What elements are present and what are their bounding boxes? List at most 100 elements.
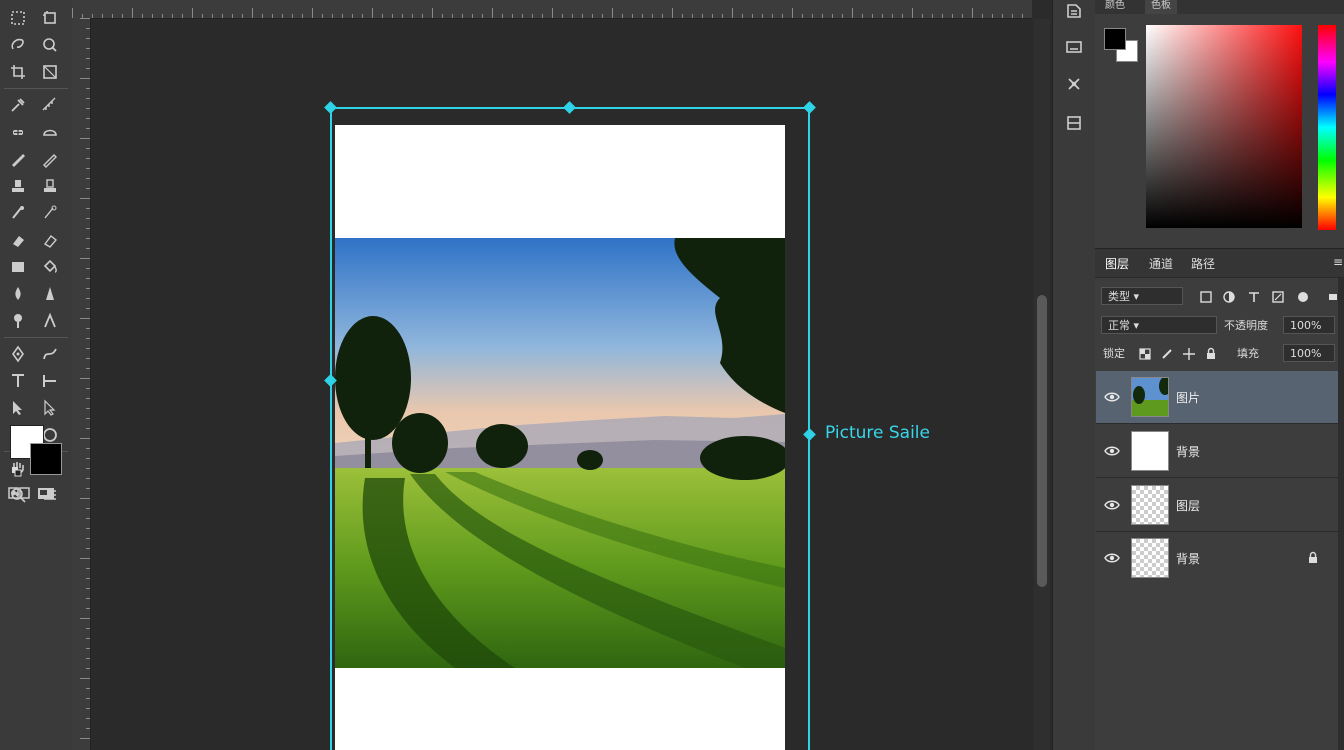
layer-row[interactable]: 背景	[1096, 425, 1338, 478]
layer-row[interactable]: 背景	[1096, 532, 1338, 585]
lasso-tool[interactable]	[4, 33, 32, 57]
landscape-photo-layer[interactable]	[335, 238, 785, 668]
visibility-eye-icon[interactable]	[1104, 389, 1120, 405]
libraries-panel-icon[interactable]	[1061, 110, 1087, 136]
history-panel-icon[interactable]	[1061, 0, 1087, 24]
lock-all-icon[interactable]	[1204, 346, 1218, 360]
ruler-tick	[86, 518, 90, 519]
dodge-icon	[14, 314, 22, 328]
pattern-stamp-tool[interactable]	[36, 174, 64, 198]
eraser-tool[interactable]	[4, 228, 32, 252]
lock-position-icon[interactable]	[1182, 346, 1196, 360]
ruler-tick	[92, 14, 93, 18]
sharpen-tool[interactable]	[36, 282, 64, 306]
layer-name[interactable]: 图层	[1176, 497, 1200, 514]
quick-mask-icon[interactable]	[8, 485, 30, 503]
filter-pixel-icon[interactable]	[1199, 289, 1213, 303]
direct-selection-tool[interactable]	[36, 396, 64, 420]
freeform-pen-tool[interactable]	[36, 342, 64, 366]
dodge-tool[interactable]	[4, 309, 32, 333]
clone-stamp-tool[interactable]	[4, 174, 32, 198]
layer-filter-kind-select[interactable]: 类型 ▾	[1101, 287, 1183, 305]
layer-row[interactable]: 图层	[1096, 479, 1338, 532]
screen-mode-icon[interactable]	[36, 485, 58, 503]
ruler-tick	[86, 458, 90, 459]
blur-icon	[15, 287, 21, 300]
bbox-left-edge[interactable]	[330, 107, 332, 750]
blur-tool[interactable]	[4, 282, 32, 306]
ruler-tick	[872, 14, 873, 18]
quick-selection-tool[interactable]	[36, 33, 64, 57]
layers-list-empty-area[interactable]	[1096, 584, 1338, 750]
ruler-tick	[362, 14, 363, 18]
canvas-scroll-thumb[interactable]	[1037, 295, 1047, 587]
adjustments-panel-icon[interactable]	[1061, 71, 1087, 97]
gradient-tool[interactable]	[4, 255, 32, 279]
artboard-tool[interactable]	[36, 6, 64, 30]
properties-panel-icon[interactable]	[1061, 34, 1087, 60]
visibility-eye-icon[interactable]	[1104, 443, 1120, 459]
ruler-tick	[732, 8, 733, 18]
fill-input[interactable]: 100%	[1283, 344, 1335, 362]
vertical-ruler[interactable]	[72, 18, 91, 750]
history-brush-tool[interactable]	[4, 201, 32, 225]
art-history-tool[interactable]	[36, 201, 64, 225]
hue-slider[interactable]	[1318, 25, 1336, 230]
filter-type-icon[interactable]	[1247, 289, 1261, 303]
filter-shape-icon[interactable]	[1271, 289, 1285, 303]
eyedropper-tool[interactable]	[4, 93, 32, 117]
ruler-tick	[86, 38, 90, 39]
frame-tool[interactable]	[36, 60, 64, 84]
color-picker-field[interactable]	[1146, 25, 1302, 228]
crop-tool[interactable]	[4, 60, 32, 84]
tools-panel	[0, 0, 73, 750]
default-colors-icon[interactable]	[12, 462, 22, 477]
panel-foreground-swatch[interactable]	[1104, 28, 1126, 50]
tab-paths[interactable]: 路径	[1185, 255, 1221, 272]
healing-brush-tool[interactable]	[4, 120, 32, 144]
tab-color[interactable]: 颜色	[1099, 0, 1131, 14]
ruler-tick	[86, 598, 90, 599]
layer-row[interactable]: 图片	[1096, 371, 1338, 424]
pen-tool[interactable]	[4, 342, 32, 366]
ruler-tick	[702, 14, 703, 18]
layer-name[interactable]: 背景	[1176, 550, 1200, 567]
bbox-label: Picture Saile	[825, 423, 930, 443]
visibility-eye-icon[interactable]	[1104, 497, 1120, 513]
horizontal-ruler[interactable]	[72, 0, 1032, 19]
ruler-tick	[242, 14, 243, 18]
layer-name[interactable]: 图片	[1176, 389, 1200, 406]
type-tool[interactable]	[4, 369, 32, 393]
tab-channels[interactable]: 通道	[1143, 255, 1179, 272]
ruler-tick	[502, 14, 503, 18]
lock-image-icon[interactable]	[1160, 346, 1174, 360]
path-selection-tool[interactable]	[4, 396, 32, 420]
pencil-tool[interactable]	[36, 147, 64, 171]
tab-layers[interactable]: 图层	[1099, 255, 1135, 272]
brush-tool[interactable]	[4, 147, 32, 171]
ruler-tick	[902, 14, 903, 18]
opacity-input[interactable]: 100%	[1283, 316, 1335, 334]
ruler-tick	[86, 218, 90, 219]
ruler-tick	[80, 258, 90, 259]
color-panel-tabs: 颜色 色板	[1095, 0, 1344, 14]
blend-mode-select[interactable]: 正常 ▾	[1101, 316, 1217, 334]
tab-swatches[interactable]: 色板	[1145, 0, 1177, 14]
ruler-tool[interactable]	[36, 93, 64, 117]
background-eraser-tool[interactable]	[36, 228, 64, 252]
patch-tool[interactable]	[36, 120, 64, 144]
vertical-type-tool[interactable]	[36, 369, 64, 393]
visibility-eye-icon[interactable]	[1104, 550, 1120, 566]
layers-panel-scrollbar[interactable]	[1338, 278, 1344, 750]
background-color-swatch[interactable]	[30, 443, 62, 475]
ruler-tick	[86, 648, 90, 649]
filter-adjustment-icon[interactable]	[1222, 289, 1236, 303]
layer-name[interactable]: 背景	[1176, 443, 1200, 460]
paint-bucket-tool[interactable]	[36, 255, 64, 279]
filter-smart-object-icon[interactable]	[1296, 289, 1310, 303]
ruler-tick	[332, 14, 333, 18]
marquee-tool[interactable]	[4, 6, 32, 30]
panel-menu-icon[interactable]: ≡	[1327, 255, 1344, 269]
burn-tool[interactable]	[36, 309, 64, 333]
lock-transparent-icon[interactable]	[1138, 346, 1152, 360]
